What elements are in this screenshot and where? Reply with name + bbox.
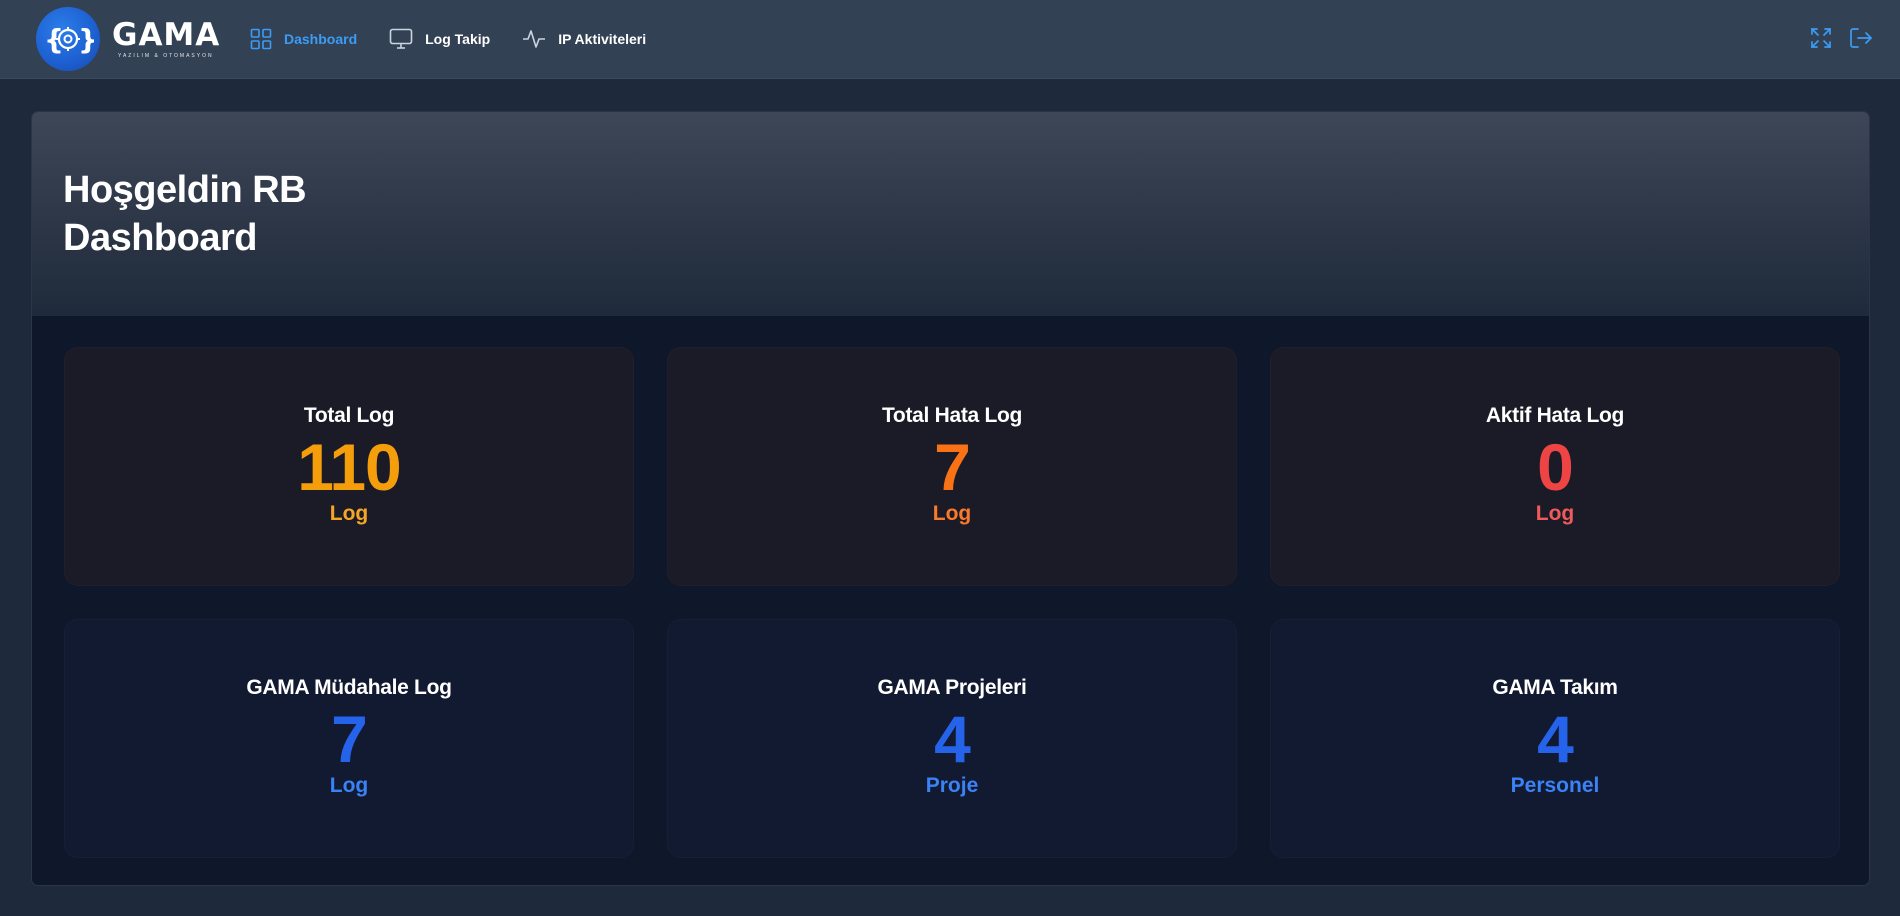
logout-button[interactable]: [1848, 27, 1874, 53]
nav-item-log-takip[interactable]: Log Takip: [389, 28, 490, 50]
gama-logo-icon: { }: [36, 7, 100, 71]
logout-icon: [1849, 27, 1873, 54]
monitor-icon: [389, 28, 413, 50]
dashboard-card: Hoşgeldin RB Dashboard Total Log 110 Log…: [31, 111, 1870, 886]
stat-unit: Log: [1535, 501, 1575, 525]
stat-card-total-log: Total Log 110 Log: [64, 347, 634, 586]
page-title: Hoşgeldin RB Dashboard: [63, 166, 307, 262]
stat-value: 7: [934, 429, 971, 504]
stat-unit: Personel: [1510, 773, 1600, 797]
nav-label-ip-aktiviteleri: IP Aktiviteleri: [558, 31, 647, 47]
stat-value: 4: [1537, 701, 1574, 776]
stat-title: GAMA Projeleri: [877, 675, 1027, 699]
grid-icon: [250, 28, 272, 50]
stat-value: 4: [934, 701, 971, 776]
stat-value: 0: [1537, 429, 1574, 504]
svg-text:{: {: [44, 23, 64, 56]
brand-logo[interactable]: { } GAMA YAZILIM & OTOMASYON: [36, 6, 220, 72]
stat-card-gama-takim: GAMA Takım 4 Personel: [1270, 619, 1840, 858]
dashboard-heading: Dashboard: [63, 217, 257, 259]
main-nav: Dashboard Log Takip IP Aktiviteleri: [250, 0, 678, 78]
stat-card-aktif-hata-log: Aktif Hata Log 0 Log: [1270, 347, 1840, 586]
stat-unit: Log: [932, 501, 972, 525]
nav-item-dashboard[interactable]: Dashboard: [250, 28, 357, 50]
nav-label-log-takip: Log Takip: [425, 31, 491, 47]
welcome-banner: Hoşgeldin RB Dashboard: [32, 112, 1869, 316]
stat-unit: Log: [329, 501, 369, 525]
stat-unit: Log: [329, 773, 369, 797]
nav-label-dashboard: Dashboard: [284, 31, 358, 47]
stat-value: 110: [297, 429, 401, 504]
fullscreen-button[interactable]: [1808, 27, 1834, 53]
stat-title: Aktif Hata Log: [1485, 403, 1625, 427]
stat-title: Total Log: [303, 403, 395, 427]
stat-title: GAMA Müdahale Log: [246, 675, 452, 699]
top-navbar: { } GAMA YAZILIM & OTOMASYON: [0, 0, 1900, 79]
brand-name: GAMA: [112, 17, 221, 53]
stat-value: 7: [331, 701, 368, 776]
nav-item-ip-aktiviteleri[interactable]: IP Aktiviteleri: [522, 28, 646, 50]
stat-card-total-hata-log: Total Hata Log 7 Log: [667, 347, 1237, 586]
brand-tagline: YAZILIM & OTOMASYON: [118, 53, 214, 59]
svg-text:}: }: [78, 23, 94, 56]
activity-icon: [522, 28, 546, 50]
welcome-greeting: Hoşgeldin RB: [63, 169, 307, 211]
stat-title: Total Hata Log: [881, 403, 1023, 427]
fullscreen-icon: [1810, 27, 1832, 54]
stat-card-gama-projeleri: GAMA Projeleri 4 Proje: [667, 619, 1237, 858]
stats-grid: Total Log 110 Log Total Hata Log 7 Log A…: [64, 347, 1840, 858]
stat-card-gama-mudahale-log: GAMA Müdahale Log 7 Log: [64, 619, 634, 858]
stat-title: GAMA Takım: [1492, 675, 1618, 699]
header-actions: [1794, 27, 1874, 53]
stat-unit: Proje: [925, 773, 979, 797]
